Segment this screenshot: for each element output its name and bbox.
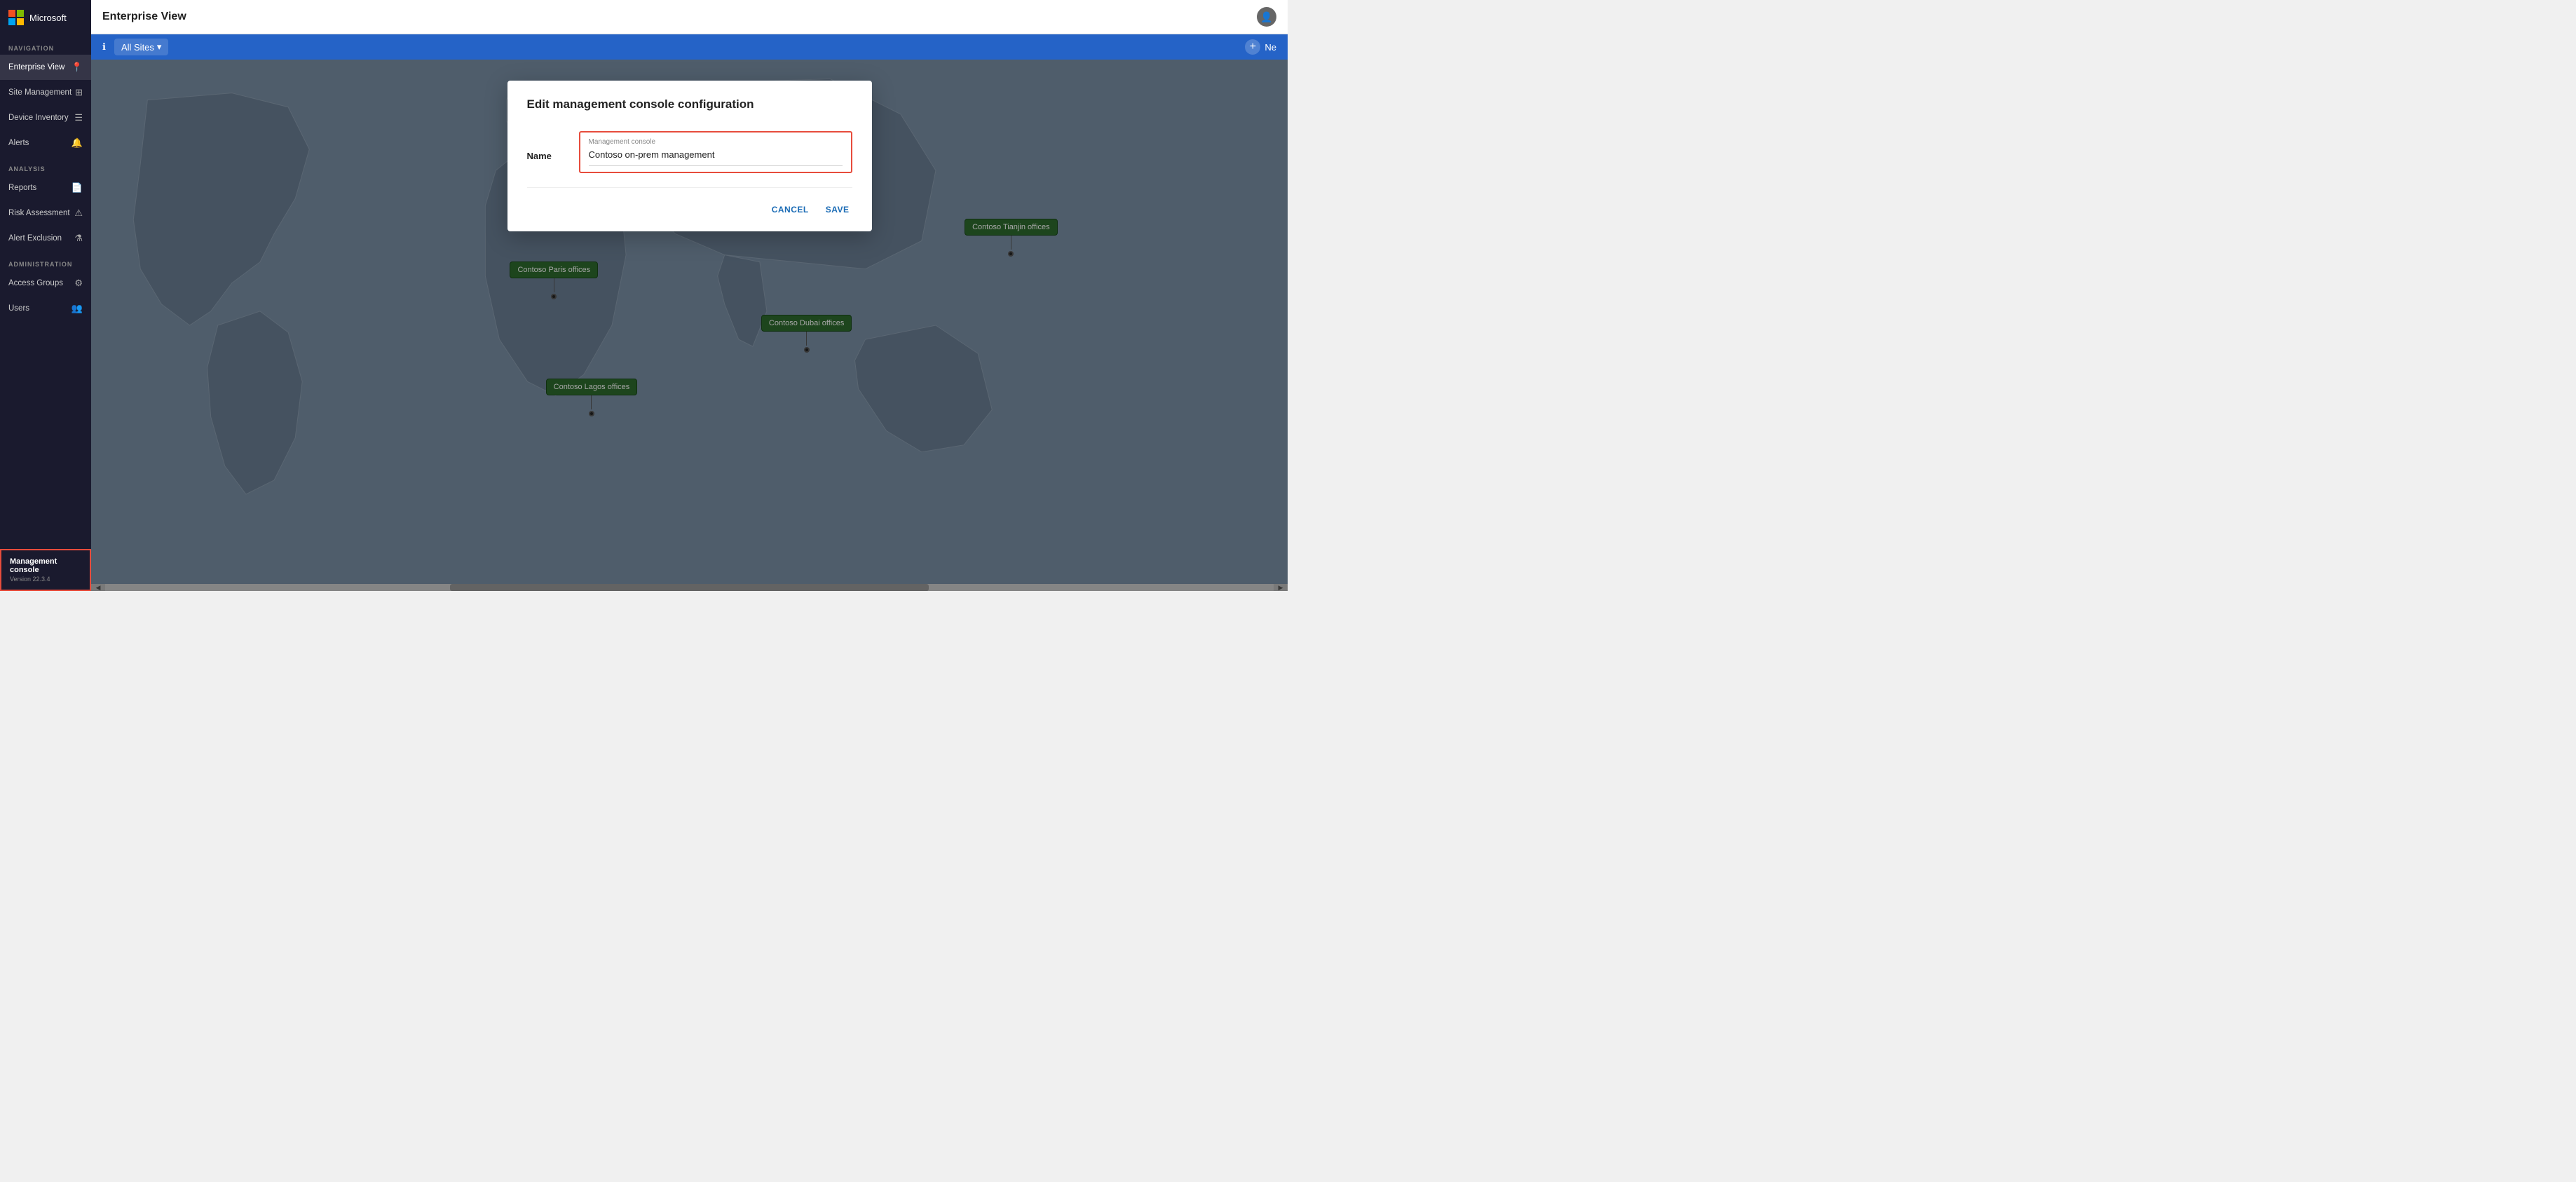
nav-section-analysis: ANALYSIS bbox=[0, 156, 91, 175]
sidebar-item-enterprise-view[interactable]: Enterprise View 📍 bbox=[0, 55, 91, 80]
sidebar-item-users[interactable]: Users 👥 bbox=[0, 296, 91, 321]
modal-footer: CANCEL SAVE bbox=[507, 188, 872, 231]
logo-text: Microsoft bbox=[29, 13, 67, 23]
version-label: Version 22.3.4 bbox=[10, 576, 81, 583]
nav-section-navigation: NAVIGATION bbox=[0, 35, 91, 55]
sidebar: Microsoft NAVIGATION Enterprise View 📍 S… bbox=[0, 0, 91, 591]
sidebar-item-access-groups[interactable]: Access Groups ⚙ bbox=[0, 271, 91, 296]
management-console-label: Management console bbox=[10, 557, 81, 574]
input-underline bbox=[589, 165, 843, 166]
topbar: Enterprise View 👤 bbox=[91, 0, 1288, 34]
management-console-nav-item[interactable]: Management console Version 22.3.4 bbox=[0, 549, 91, 591]
bell-icon: 🔔 bbox=[71, 137, 83, 149]
sidebar-item-risk-assessment[interactable]: Risk Assessment ⚠ bbox=[0, 201, 91, 226]
modal-overlay: Edit management console configuration Na… bbox=[91, 60, 1288, 591]
list-icon: ☰ bbox=[74, 112, 83, 123]
main-content: Enterprise View 👤 ℹ All Sites ▾ + Ne bbox=[91, 0, 1288, 591]
sidebar-item-reports[interactable]: Reports 📄 bbox=[0, 175, 91, 201]
user-avatar[interactable]: 👤 bbox=[1257, 7, 1276, 27]
modal-name-field[interactable]: Management console bbox=[579, 131, 852, 173]
modal-field-label: Name bbox=[527, 131, 562, 161]
sidebar-item-site-management[interactable]: Site Management ⊞ bbox=[0, 80, 91, 105]
page-title: Enterprise View bbox=[102, 11, 186, 23]
sidebar-nav: NAVIGATION Enterprise View 📍 Site Manage… bbox=[0, 35, 91, 549]
microsoft-logo bbox=[8, 10, 24, 25]
modal-body: Name Management console bbox=[507, 123, 872, 187]
location-icon: 📍 bbox=[71, 62, 83, 73]
all-sites-dropdown[interactable]: All Sites ▾ bbox=[114, 39, 169, 55]
nav-section-administration: ADMINISTRATION bbox=[0, 251, 91, 271]
sidebar-item-device-inventory[interactable]: Device Inventory ☰ bbox=[0, 105, 91, 130]
modal-header: Edit management console configuration bbox=[507, 81, 872, 123]
info-icon[interactable]: ℹ bbox=[102, 41, 106, 53]
modal-title: Edit management console configuration bbox=[527, 97, 852, 111]
sidebar-item-alerts[interactable]: Alerts 🔔 bbox=[0, 130, 91, 156]
topbar-right: 👤 bbox=[1257, 7, 1276, 27]
chevron-down-icon: ▾ bbox=[157, 41, 162, 53]
plus-icon: + bbox=[1245, 39, 1260, 55]
new-button[interactable]: + Ne bbox=[1245, 39, 1276, 55]
warning-icon: ⚠ bbox=[74, 208, 83, 219]
all-sites-label: All Sites bbox=[121, 42, 154, 53]
document-icon: 📄 bbox=[71, 182, 83, 193]
new-label: Ne bbox=[1265, 42, 1276, 53]
cancel-button[interactable]: CANCEL bbox=[769, 199, 812, 220]
sidebar-logo: Microsoft bbox=[0, 0, 91, 35]
access-icon: ⚙ bbox=[74, 278, 83, 289]
edit-modal: Edit management console configuration Na… bbox=[507, 81, 872, 231]
grid-icon: ⊞ bbox=[75, 87, 83, 98]
input-placeholder-label: Management console bbox=[589, 138, 843, 146]
save-button[interactable]: SAVE bbox=[823, 199, 852, 220]
management-console-name-input[interactable] bbox=[589, 149, 843, 160]
subbar: ℹ All Sites ▾ + Ne bbox=[91, 34, 1288, 60]
filter-icon: ⚗ bbox=[74, 233, 83, 244]
users-icon: 👥 bbox=[71, 303, 83, 314]
sidebar-item-alert-exclusion[interactable]: Alert Exclusion ⚗ bbox=[0, 226, 91, 251]
map-area: Contoso Paris offices Contoso Tianjin of… bbox=[91, 60, 1288, 591]
